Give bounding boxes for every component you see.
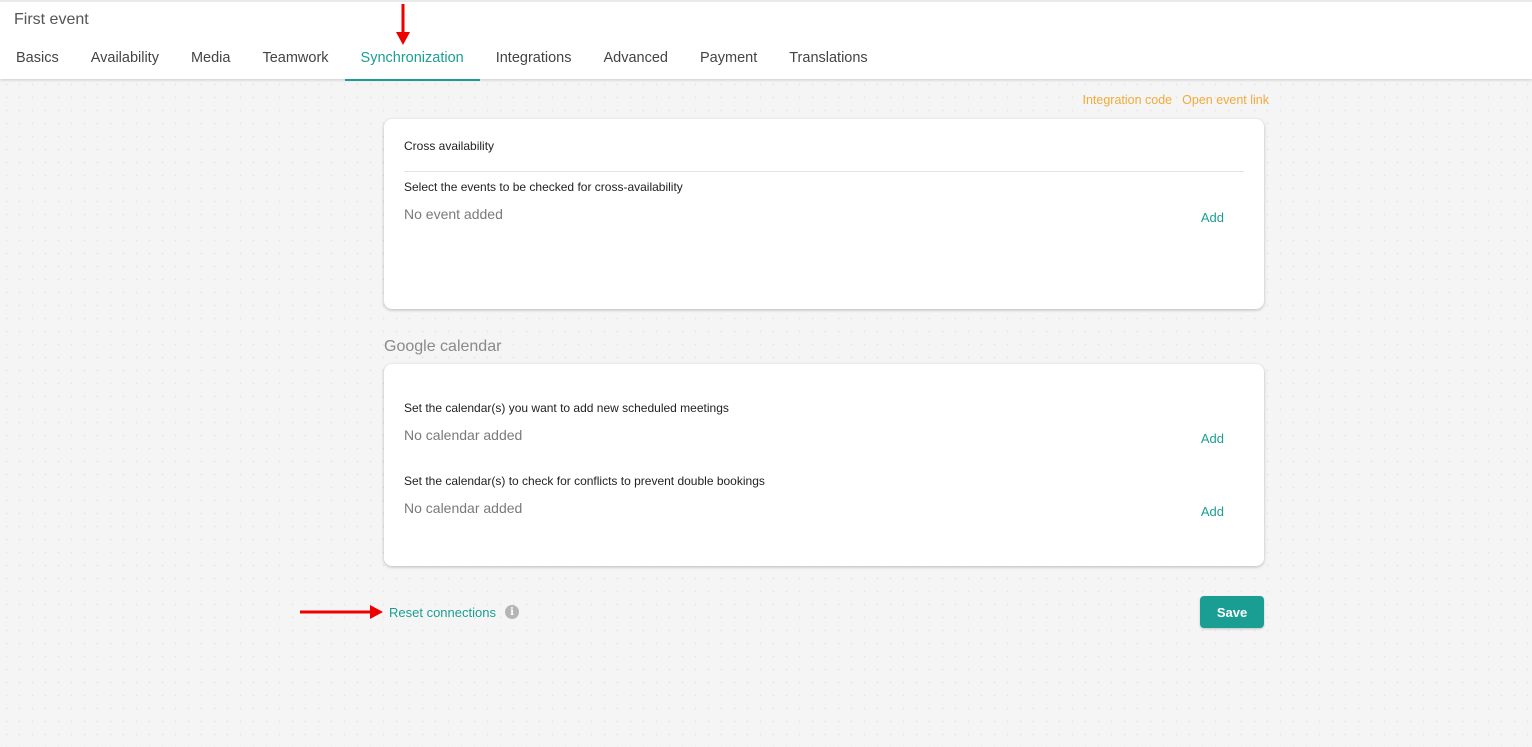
add-meetings-label: Set the calendar(s) you want to add new … — [404, 401, 729, 415]
no-event-text: No event added — [404, 206, 503, 222]
open-event-link[interactable]: Open event link — [1182, 93, 1269, 107]
info-icon[interactable]: i — [505, 605, 519, 619]
cross-availability-heading: Cross availability — [404, 139, 495, 153]
add-conflicts-calendar-button[interactable]: Add — [1201, 504, 1224, 519]
event-title: First event — [14, 11, 89, 28]
google-calendar-card: Set the calendar(s) you want to add new … — [384, 364, 1264, 566]
tab-basics[interactable]: Basics — [0, 38, 75, 81]
tab-teamwork[interactable]: Teamwork — [246, 38, 344, 81]
tab-bar: Basics Availability Media Teamwork Synch… — [0, 38, 884, 81]
conflicts-label: Set the calendar(s) to check for conflic… — [404, 474, 765, 488]
no-calendar-text: No calendar added — [404, 427, 523, 443]
tab-synchronization[interactable]: Synchronization — [344, 38, 480, 81]
tab-availability[interactable]: Availability — [75, 38, 175, 81]
tab-translations[interactable]: Translations — [773, 38, 883, 81]
integration-code-link[interactable]: Integration code — [1082, 93, 1172, 107]
top-bar: First event Basics Availability Media Te… — [0, 0, 1532, 81]
reset-connections-link[interactable]: Reset connections — [389, 605, 496, 620]
tab-integrations[interactable]: Integrations — [480, 38, 588, 81]
cross-availability-label: Select the events to be checked for cros… — [404, 180, 683, 194]
divider — [404, 171, 1244, 172]
tab-media[interactable]: Media — [175, 38, 247, 81]
google-calendar-title: Google calendar — [384, 338, 502, 355]
cross-availability-card: Cross availability Select the events to … — [384, 119, 1264, 309]
no-calendar-text: No calendar added — [404, 500, 523, 516]
save-button[interactable]: Save — [1200, 596, 1264, 628]
tab-advanced[interactable]: Advanced — [588, 38, 685, 81]
add-meetings-calendar-button[interactable]: Add — [1201, 431, 1224, 446]
annotation-arrow-right-icon — [300, 605, 383, 619]
add-event-button[interactable]: Add — [1201, 210, 1224, 225]
tab-payment[interactable]: Payment — [684, 38, 773, 81]
annotation-arrow-down-icon — [396, 4, 410, 45]
top-links: Integration code Open event link — [1082, 93, 1269, 107]
